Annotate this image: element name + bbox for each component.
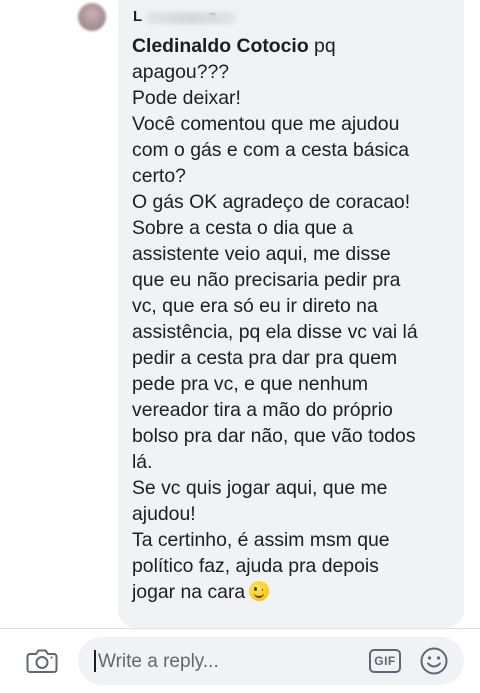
message-line-text: apagou??? — [132, 61, 230, 83]
message-line: Ta certinho, é assim msm que — [132, 527, 462, 553]
message-line-text: pq — [308, 35, 336, 57]
message-line: assistente veio aqui, me disse — [132, 241, 462, 267]
message-line-text: vc, que era só eu ir direto na — [132, 295, 378, 317]
message-line: assistência, pq ela disse vc vai lá — [132, 319, 462, 345]
message-line: pede pra vc, e que nenhum — [132, 371, 462, 397]
message-line-text: O gás OK agradeço de coracao! — [132, 191, 411, 213]
message-line: O gás OK agradeço de coracao! — [132, 189, 462, 215]
message-line-text: assistência, pq ela disse vc vai lá — [132, 321, 418, 343]
mention-link[interactable]: Cledinaldo Cotocio — [132, 35, 309, 57]
message-line-text: vereador tira a mão do próprio — [132, 399, 393, 421]
gif-icon[interactable]: GIF — [369, 649, 401, 673]
message-line: jogar na cara — [132, 579, 462, 605]
message-line-text: pede pra vc, e que nenhum — [132, 373, 369, 395]
message-line-text: ajudou! — [132, 503, 196, 525]
camera-icon[interactable] — [26, 648, 58, 674]
reply-composer: GIF — [0, 629, 480, 693]
message-line: pedir a cesta pra dar pra quem — [132, 345, 462, 371]
message-line: político faz, ajuda pra depois — [132, 553, 462, 579]
message-line: com o gás e com a cesta básica — [132, 137, 462, 163]
smiley-icon[interactable] — [419, 646, 449, 676]
message-line-text: com o gás e com a cesta básica — [132, 139, 409, 161]
message-line: lá. — [132, 449, 462, 475]
message-line: vc, que era só eu ir direto na — [132, 293, 462, 319]
winking-face-icon — [249, 581, 270, 601]
message-line-text: Pode deixar! — [132, 87, 241, 109]
message-line: vereador tira a mão do próprio — [132, 397, 462, 423]
avatar[interactable] — [78, 3, 106, 31]
message-line-text: certo? — [132, 165, 186, 187]
message-line: Sobre a cesta o dia que a — [132, 215, 462, 241]
reply-input[interactable] — [94, 643, 360, 681]
message-line-text: assistente veio aqui, me disse — [132, 243, 391, 265]
message-line-text: que eu não precisaria pedir pra — [132, 269, 401, 291]
message-line: bolso pra dar não, que vão todos — [132, 423, 462, 449]
message-line: apagou??? — [132, 59, 462, 85]
message-line: que eu não precisaria pedir pra — [132, 267, 462, 293]
message-line-text: Sobre a cesta o dia que a — [132, 217, 353, 239]
message-line-text: jogar na cara — [132, 581, 246, 603]
comment-text: Cledinaldo Cotocio pq apagou??? Pode deixa… — [132, 33, 462, 605]
message-line: certo? — [132, 163, 462, 189]
message-line: Cledinaldo Cotocio pq — [132, 33, 462, 59]
message-line: Você comentou que me ajudou — [132, 111, 462, 137]
message-line-text: político faz, ajuda pra depois — [132, 555, 379, 577]
message-line-text: bolso pra dar não, que vão todos — [132, 425, 416, 447]
message-line-text: lá. — [132, 451, 153, 473]
message-line-text: Você comentou que me ajudou — [132, 113, 400, 135]
reply-box: GIF — [78, 637, 464, 685]
message-line-text: Se vc quis jogar aqui, que me — [132, 477, 388, 499]
message-line: Se vc quis jogar aqui, que me — [132, 475, 462, 501]
message-line: ajudou! — [132, 501, 462, 527]
author-name-redaction — [146, 12, 236, 24]
message-line-text: pedir a cesta pra dar pra quem — [132, 347, 398, 369]
message-line-text: Ta certinho, é assim msm que — [132, 529, 390, 551]
message-line: Pode deixar! — [132, 85, 462, 111]
